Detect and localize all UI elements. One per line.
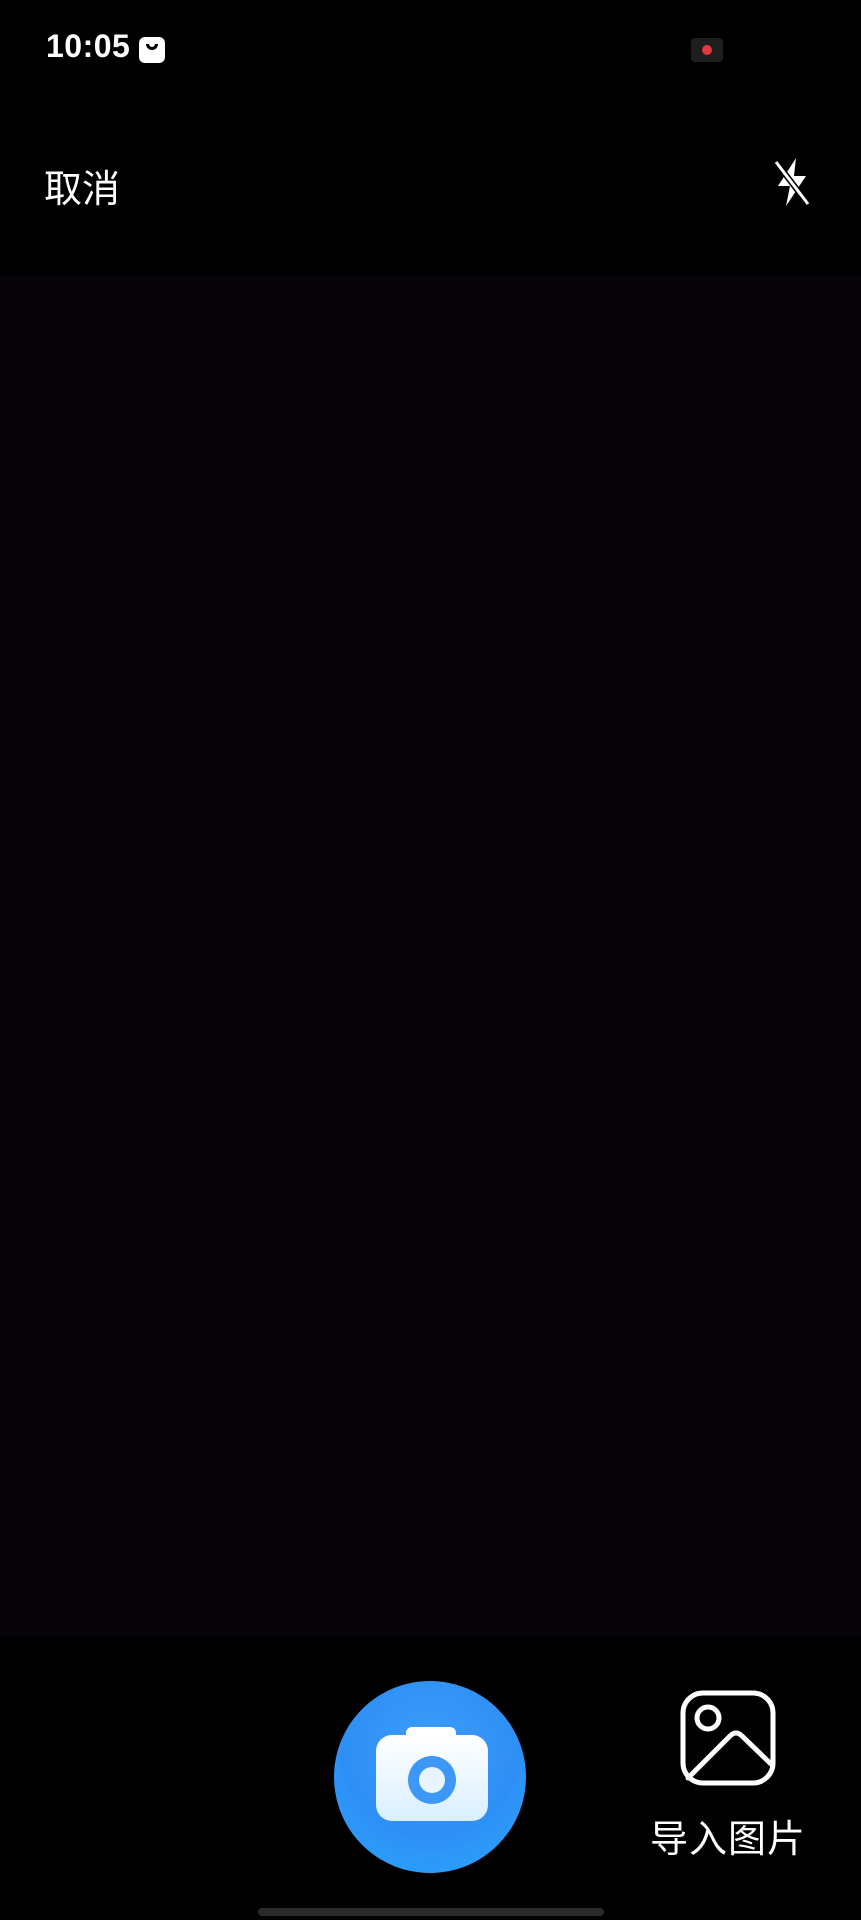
camera-viewfinder <box>0 276 861 1636</box>
cancel-button[interactable]: 取消 <box>44 158 120 213</box>
import-image-label: 导入图片 <box>649 1819 806 1861</box>
status-time: 10:05 <box>46 28 131 64</box>
camera-icon <box>376 1735 488 1821</box>
flash-off-icon <box>773 158 811 206</box>
status-bar: 10:05 <box>0 0 861 100</box>
image-icon <box>680 1690 776 1786</box>
shutter-button[interactable] <box>334 1681 526 1873</box>
screen-record-icon <box>691 38 723 62</box>
camera-lens <box>408 1756 456 1804</box>
home-indicator[interactable] <box>258 1908 604 1916</box>
notification-bag-icon <box>139 37 165 63</box>
flash-toggle-button[interactable] <box>770 156 814 208</box>
import-image-button[interactable]: 导入图片 <box>646 1690 806 1861</box>
